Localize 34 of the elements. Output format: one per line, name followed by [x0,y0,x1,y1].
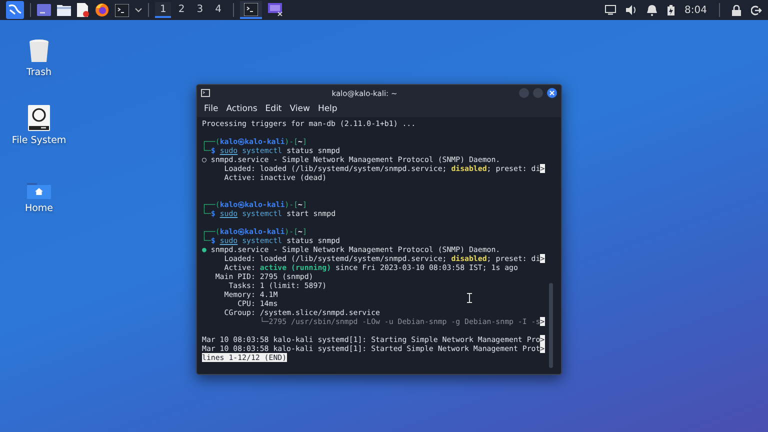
home-folder-icon[interactable] [27,183,51,199]
taskbar-window-button[interactable] [240,1,262,19]
menu-item[interactable]: View [290,104,310,114]
terminal-window-icon [201,89,210,97]
speaker-icon[interactable] [626,5,637,15]
display-icon[interactable] [604,5,616,15]
dropdown-caret-icon[interactable] [135,8,142,12]
workspace-tab[interactable]: 3 [192,2,208,18]
trash-bin-icon[interactable] [29,39,49,63]
scrollbar[interactable] [549,283,553,368]
lock-icon[interactable] [732,4,741,16]
menu-item[interactable]: Help [318,104,338,114]
close-button[interactable] [547,88,557,98]
desktop-icon[interactable] [37,4,51,16]
monitor-icon [268,2,282,16]
text-cursor-icon [467,293,472,303]
battery-icon[interactable] [666,4,675,16]
menu-item[interactable]: File [204,104,218,114]
clock-time[interactable]: 8:04 [684,4,707,16]
menu-item[interactable]: Edit [265,104,282,114]
terminal-icon[interactable] [115,4,129,16]
workspace-tab[interactable]: 2 [173,2,190,18]
desktop-icon-label[interactable]: File System [12,135,66,146]
desktop-icon-label[interactable]: Home [24,203,54,214]
menu-item[interactable]: Actions [226,104,258,114]
logout-icon[interactable] [751,4,762,16]
workspace-tab[interactable]: 1 [155,2,172,18]
hard-drive-icon[interactable] [28,105,50,131]
terminal-icon [244,2,258,16]
desktop-icon-label[interactable]: Trash [26,67,52,78]
folder-icon[interactable] [57,4,71,16]
workspace-tab[interactable]: 4 [210,2,226,18]
bell-icon[interactable] [646,4,657,16]
document-icon[interactable] [77,3,89,17]
